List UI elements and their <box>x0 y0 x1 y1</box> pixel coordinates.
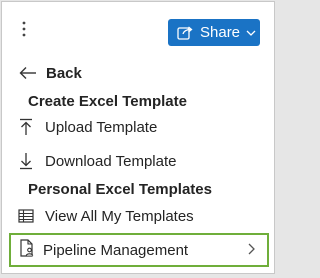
menu-item-view-all-templates[interactable]: View All My Templates <box>16 203 288 229</box>
toolbar: Share <box>2 2 274 52</box>
menu-item-label: Download Template <box>45 152 177 170</box>
menu-item-label: Pipeline Management <box>43 241 189 259</box>
menu-item-download-template[interactable]: Download Template <box>16 148 288 174</box>
back-label: Back <box>46 64 82 82</box>
more-options-button[interactable] <box>10 15 38 43</box>
download-icon <box>16 151 36 171</box>
upload-icon <box>16 117 36 137</box>
chevron-down-icon <box>246 30 256 36</box>
section-heading-personal: Personal Excel Templates <box>28 181 212 198</box>
more-vertical-icon <box>22 21 26 37</box>
menu-item-label: Upload Template <box>45 118 158 136</box>
section-heading-create: Create Excel Template <box>28 93 187 110</box>
chevron-right-icon <box>248 242 255 258</box>
menu-panel: Share Back Create Excel Template Upload … <box>1 1 275 274</box>
menu-item-upload-template[interactable]: Upload Template <box>16 114 288 140</box>
menu-item-label: View All My Templates <box>45 207 194 225</box>
arrow-left-icon <box>18 63 38 83</box>
back-button[interactable]: Back <box>18 60 290 86</box>
share-label: Share <box>200 24 241 41</box>
table-grid-icon <box>16 206 36 226</box>
share-button[interactable]: Share <box>168 19 260 46</box>
document-person-icon <box>19 238 35 262</box>
menu-item-pipeline-management[interactable]: Pipeline Management <box>9 233 269 267</box>
share-arrow-icon <box>177 26 193 40</box>
